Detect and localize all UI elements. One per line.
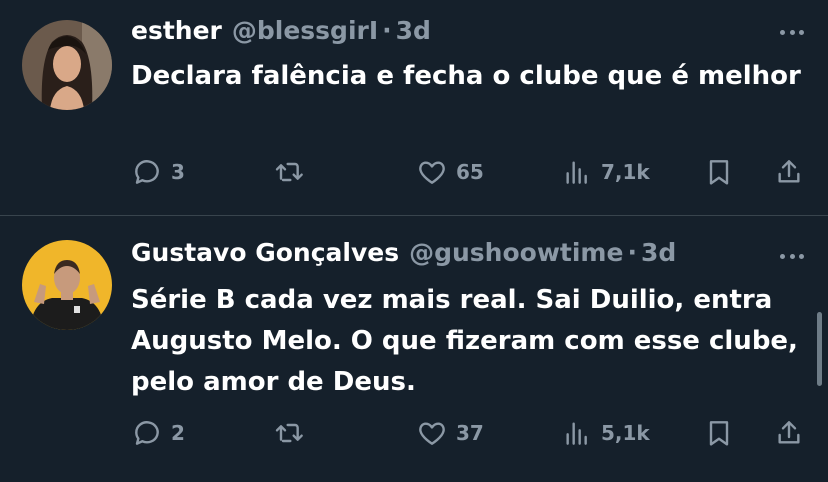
scrollbar[interactable]	[817, 312, 822, 386]
bookmark-button[interactable]	[703, 416, 735, 450]
reply-button[interactable]: 2	[131, 416, 185, 450]
tweet-text: Série B cada vez mais real. Sai Duilio, …	[131, 285, 798, 397]
tweet-text: Declara falência e fecha o clube que é m…	[131, 61, 801, 91]
timestamp[interactable]: 3d	[396, 16, 431, 45]
like-count: 37	[456, 421, 484, 445]
avatar[interactable]	[22, 20, 112, 110]
bookmark-icon	[709, 421, 729, 446]
avatar[interactable]	[22, 240, 112, 330]
retweet-icon	[275, 162, 303, 182]
tweet[interactable]: Gustavo Gonçalves @gushoowtime · 3d Séri…	[0, 216, 828, 482]
separator: ·	[382, 16, 392, 45]
tweet-actions: 3 65 7,1k	[131, 155, 811, 189]
view-count: 5,1k	[601, 421, 650, 445]
user-handle[interactable]: @gushoowtime	[409, 238, 623, 267]
more-icon[interactable]	[776, 22, 808, 42]
like-icon	[419, 422, 445, 445]
reply-count: 2	[171, 421, 185, 445]
timeline-feed: esther @blessgirI · 3d Declara falência …	[0, 0, 828, 482]
user-handle[interactable]: @blessgirI	[232, 16, 378, 45]
retweet-button[interactable]	[273, 155, 313, 189]
like-button[interactable]: 65	[416, 155, 484, 189]
views-icon	[566, 161, 587, 184]
tweet-actions: 2 37 5,1k	[131, 416, 811, 450]
avatar-image	[22, 240, 112, 330]
tweet[interactable]: esther @blessgirI · 3d Declara falência …	[0, 0, 828, 215]
share-button[interactable]	[773, 155, 805, 189]
views-button[interactable]: 7,1k	[561, 155, 650, 189]
views-icon	[566, 422, 587, 445]
more-icon[interactable]	[776, 246, 808, 266]
view-count: 7,1k	[601, 160, 650, 184]
tweet-header: Gustavo Gonçalves @gushoowtime · 3d	[131, 238, 676, 268]
reply-icon	[135, 160, 159, 184]
tweet-header: esther @blessgirI · 3d	[131, 16, 431, 46]
retweet-icon	[275, 423, 303, 443]
like-count: 65	[456, 160, 484, 184]
reply-button[interactable]: 3	[131, 155, 185, 189]
share-button[interactable]	[773, 416, 805, 450]
share-icon	[778, 421, 800, 444]
bookmark-button[interactable]	[703, 155, 735, 189]
retweet-button[interactable]	[273, 416, 313, 450]
share-icon	[778, 160, 800, 183]
timestamp[interactable]: 3d	[641, 238, 676, 267]
separator: ·	[627, 238, 637, 267]
display-name[interactable]: esther	[131, 16, 222, 45]
reply-icon	[135, 421, 159, 445]
bookmark-icon	[709, 160, 729, 185]
display-name[interactable]: Gustavo Gonçalves	[131, 238, 399, 267]
like-button[interactable]: 37	[416, 416, 484, 450]
avatar-image	[22, 20, 112, 110]
views-button[interactable]: 5,1k	[561, 416, 650, 450]
like-icon	[419, 161, 445, 184]
reply-count: 3	[171, 160, 185, 184]
